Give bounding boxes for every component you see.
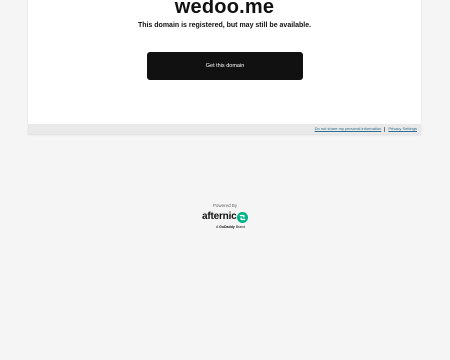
privacy-settings-link[interactable]: Privacy Settings: [388, 126, 417, 132]
powered-by-label: Powered By: [212, 203, 238, 208]
domain-name: wedoo.me: [174, 0, 275, 18]
domain-card: wedoo.me This domain is registered, but …: [28, 0, 421, 124]
tagline-prefix: A: [216, 225, 219, 229]
afternic-logo[interactable]: afternic A GoDaddy Brand: [200, 211, 250, 233]
footer-links: Do not share my personal information Pri…: [315, 126, 417, 132]
footer-bar: Do not share my personal information Pri…: [28, 124, 421, 134]
logo-wordmark: afternic: [202, 211, 237, 222]
afternic-logo-icon: [237, 212, 248, 223]
page: wedoo.me This domain is registered, but …: [0, 0, 450, 360]
tagline-suffix: Brand: [235, 225, 246, 229]
tagline-brand: GoDaddy: [219, 225, 235, 229]
get-domain-button[interactable]: Get this domain: [147, 52, 303, 80]
footer-divider: [384, 126, 386, 132]
godaddy-tagline: A GoDaddy Brand: [216, 225, 245, 229]
do-not-share-link[interactable]: Do not share my personal information: [315, 126, 382, 132]
availability-message: This domain is registered, but may still…: [137, 22, 312, 29]
